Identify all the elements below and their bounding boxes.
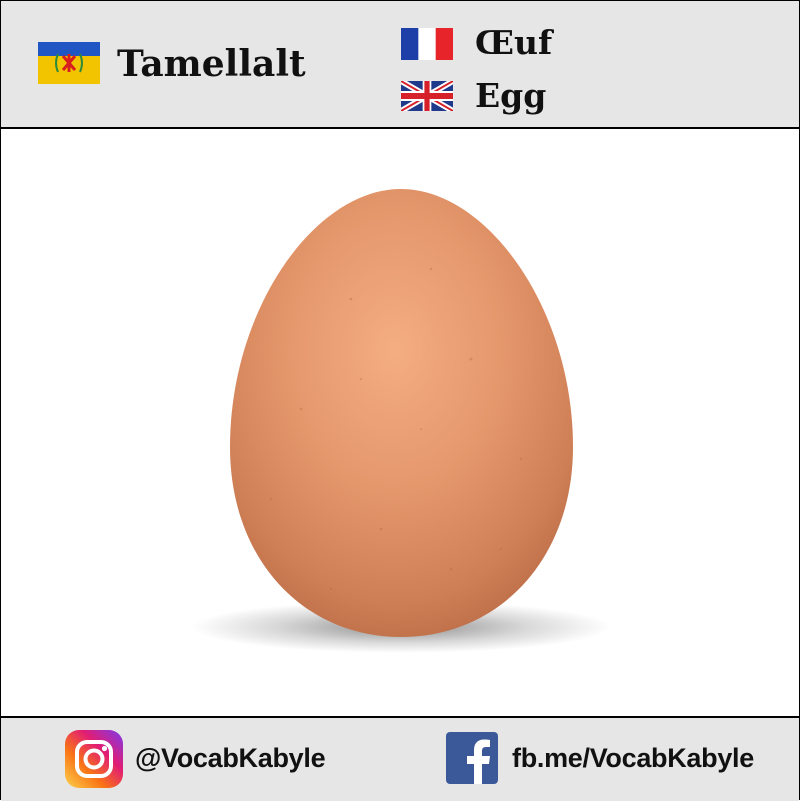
kabyle-flag-icon	[38, 42, 100, 84]
instagram-icon[interactable]	[65, 730, 123, 788]
facebook-link[interactable]: fb.me/VocabKabyle	[512, 740, 754, 776]
egg-shape	[230, 189, 573, 637]
egg-illustration	[191, 189, 611, 653]
facebook-icon[interactable]	[446, 732, 498, 784]
french-word: Œuf	[475, 23, 553, 62]
uk-flag-icon	[401, 81, 453, 111]
kabyle-word: Tamellalt	[117, 43, 306, 85]
english-word: Egg	[475, 76, 547, 115]
vocab-card: Tamellalt Œuf Egg @VocabKabyle fb.me/Voc…	[0, 0, 800, 801]
instagram-handle[interactable]: @VocabKabyle	[135, 740, 326, 776]
french-flag-icon	[401, 28, 453, 60]
header-bar: Tamellalt Œuf Egg	[1, 1, 799, 129]
illustration-area	[1, 129, 799, 715]
footer-bar: @VocabKabyle fb.me/VocabKabyle	[1, 716, 799, 801]
